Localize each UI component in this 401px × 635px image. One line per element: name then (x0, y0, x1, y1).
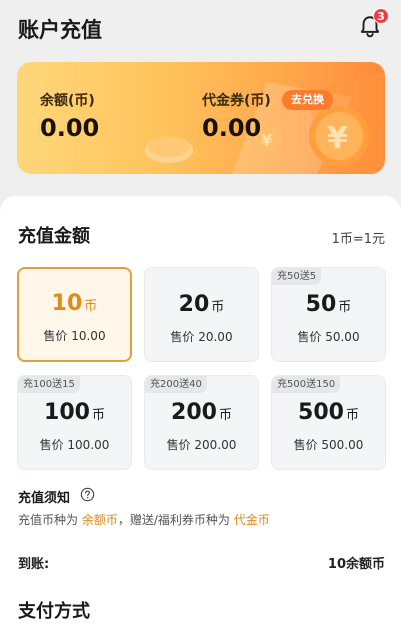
notice-title: 充值须知 (18, 491, 71, 506)
exchange-button[interactable]: 去兑换 (282, 90, 333, 110)
balance-card: ¥ ¥ 余额(币) 0.00 代金券(币) 0.00 去兑换 (17, 62, 385, 174)
option-amount: 10 (51, 291, 83, 316)
amount-row: 500 币 (272, 400, 385, 425)
recharge-option[interactable]: 充200送40 200 币售价 200.00 (144, 375, 259, 470)
help-icon[interactable] (80, 487, 95, 502)
notification-button[interactable]: 3 (357, 8, 389, 42)
svg-text:¥: ¥ (261, 131, 272, 150)
recharge-option[interactable]: 充50送5 50 币售价 50.00 (271, 267, 386, 362)
page-title: 账户充值 (18, 18, 102, 42)
option-amount: 50 (305, 292, 337, 317)
option-unit: 币 (84, 299, 98, 314)
arrival-value: 10余额币 (327, 557, 385, 572)
option-price: 售价 50.00 (297, 330, 360, 344)
balance-coin-highlight: 余额币 (81, 513, 118, 527)
option-unit: 币 (218, 408, 232, 423)
recharge-title: 充值金额 (18, 226, 90, 247)
option-amount: 20 (178, 292, 210, 317)
recharge-option[interactable]: 充500送150 500 币售价 500.00 (271, 375, 386, 470)
notice-text: 充值币种为 余额币，赠送/福利券币种为 代金币 (18, 511, 270, 528)
balance-value: 0.00 (40, 114, 100, 142)
option-unit: 币 (345, 408, 359, 423)
voucher-value: 0.00 (202, 114, 262, 142)
option-price: 售价 500.00 (293, 438, 364, 452)
option-unit: 币 (338, 300, 352, 315)
amount-row: 10 币 (19, 291, 130, 316)
option-amount: 100 (44, 400, 90, 425)
option-amount: 200 (171, 400, 217, 425)
voucher-coin-highlight: 代金币 (233, 513, 270, 527)
option-price: 售价 20.00 (170, 330, 233, 344)
recharge-option[interactable]: 20 币售价 20.00 (144, 267, 259, 362)
option-unit: 币 (211, 300, 225, 315)
promo-tag: 充200送40 (145, 376, 207, 393)
notification-badge: 3 (373, 8, 389, 24)
option-amount: 500 (298, 400, 344, 425)
promo-tag: 充500送150 (272, 376, 341, 393)
amount-row: 20 币 (145, 292, 258, 317)
amount-row: 200 币 (145, 400, 258, 425)
voucher-label: 代金券(币) (202, 93, 271, 109)
option-price: 售价 100.00 (39, 438, 110, 452)
payment-method-title: 支付方式 (18, 601, 90, 622)
arrival-label: 到账: (18, 557, 50, 572)
promo-tag: 充50送5 (272, 268, 322, 285)
amount-row: 100 币 (18, 400, 131, 425)
svg-text:¥: ¥ (327, 121, 348, 156)
option-price: 售价 10.00 (43, 329, 106, 343)
recharge-option[interactable]: 充100送15 100 币售价 100.00 (17, 375, 132, 470)
option-price: 售价 200.00 (166, 438, 237, 452)
recharge-option[interactable]: 10 币售价 10.00 (17, 267, 132, 362)
amount-row: 50 币 (272, 292, 385, 317)
notice-text-part: 充值币种为 (18, 513, 82, 527)
promo-tag: 充100送15 (18, 376, 80, 393)
notice-text-part: ，赠送/福利券币种为 (117, 513, 234, 527)
option-unit: 币 (91, 408, 105, 423)
exchange-rate: 1币=1元 (331, 232, 385, 247)
balance-label: 余额(币) (40, 93, 95, 109)
header: 账户充值 3 (0, 0, 401, 58)
